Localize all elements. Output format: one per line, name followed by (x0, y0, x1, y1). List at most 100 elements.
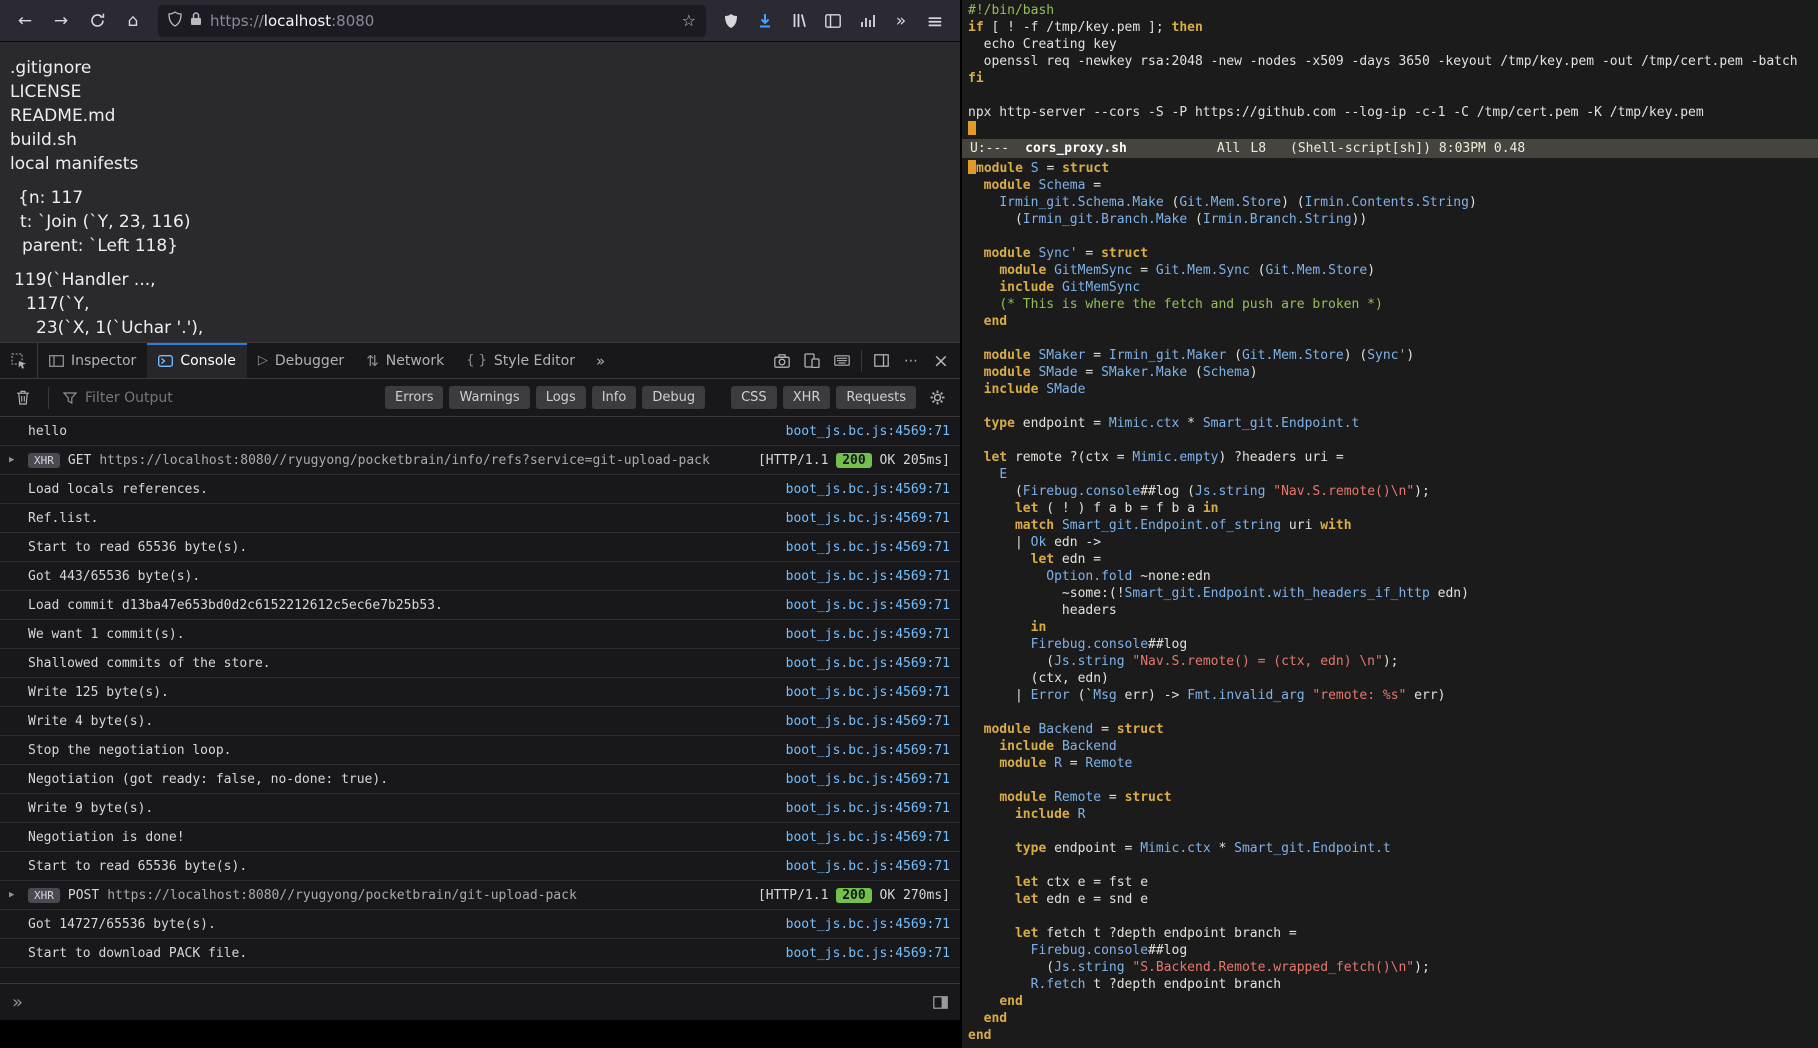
source-link[interactable]: boot_js.bc.js:4569:71 (786, 743, 950, 758)
console-log-row[interactable]: Start to read 65536 byte(s).boot_js.bc.j… (0, 533, 960, 562)
console-log-row[interactable]: Ref.list.boot_js.bc.js:4569:71 (0, 504, 960, 533)
tracking-shield-icon[interactable] (168, 11, 182, 31)
sidebar-icon[interactable] (816, 5, 850, 37)
console-input-row[interactable]: » (0, 983, 960, 1020)
console-log-row[interactable]: Write 9 byte(s).boot_js.bc.js:4569:71 (0, 794, 960, 823)
console-filterbar: Errors Warnings Logs InfoDebug CSS XHRReques… (0, 379, 960, 417)
hamburger-menu-icon[interactable]: ≡ (918, 5, 952, 37)
filter-button-info[interactable]: Info (592, 386, 637, 409)
source-link[interactable]: boot_js.bc.js:4569:71 (786, 511, 950, 526)
page-file-link[interactable]: .gitignore (10, 56, 960, 80)
tab-style-editor[interactable]: { } Style Editor (455, 343, 586, 378)
page-file-link[interactable]: local manifests (10, 152, 960, 176)
source-link[interactable]: boot_js.bc.js:4569:71 (786, 424, 950, 439)
tab-debugger[interactable]: ▷ Debugger (247, 343, 355, 378)
console-network-row[interactable]: ▶XHRPOSThttps://localhost:8080//ryugyong… (0, 881, 960, 910)
source-link[interactable]: boot_js.bc.js:4569:71 (786, 714, 950, 729)
more-tabs-button[interactable]: » (586, 343, 615, 378)
shield-extension-icon[interactable] (714, 5, 748, 37)
stats-bars-icon[interactable] (850, 5, 884, 37)
emacs-mode-line: U:--- cors_proxy.sh All L8 (Shell-script… (962, 139, 1818, 158)
expand-arrow-icon[interactable]: ▶ (9, 455, 14, 465)
source-link[interactable]: boot_js.bc.js:4569:71 (786, 946, 950, 961)
responsive-design-icon[interactable] (797, 346, 827, 376)
request-url[interactable]: https://localhost:8080//ryugyong/pocketb… (107, 888, 577, 903)
library-icon[interactable] (782, 5, 816, 37)
filter-button-xhr[interactable]: XHR (783, 386, 831, 409)
log-message: Load commit d13ba47e653bd0d2c6152212612c… (28, 598, 443, 613)
page-file-link[interactable]: LICENSE (10, 80, 960, 104)
split-console-icon[interactable] (933, 996, 948, 1009)
source-link[interactable]: boot_js.bc.js:4569:71 (786, 569, 950, 584)
console-log-row[interactable]: helloboot_js.bc.js:4569:71 (0, 417, 960, 446)
console-log-row[interactable]: Negotiation (got ready: false, no-done: … (0, 765, 960, 794)
console-filter-input[interactable] (85, 390, 379, 406)
tab-label: Style Editor (494, 353, 575, 369)
source-link[interactable]: boot_js.bc.js:4569:71 (786, 482, 950, 497)
source-link[interactable]: boot_js.bc.js:4569:71 (786, 540, 950, 555)
code-line: ~some:(!Smart_git.Endpoint.with_headers_… (968, 585, 1818, 602)
toolbar-overflow-icon[interactable]: » (884, 5, 918, 37)
ocaml-code-buffer[interactable]: module S = struct module Schema = Irmin_… (962, 158, 1818, 1048)
code-line: let edn = (968, 551, 1818, 568)
lock-icon[interactable] (190, 11, 202, 30)
filter-button-requests[interactable]: Requests (836, 386, 916, 409)
filter-button-css[interactable]: CSS (731, 386, 777, 409)
clear-console-trash-icon[interactable] (8, 383, 38, 413)
source-link[interactable]: boot_js.bc.js:4569:71 (786, 801, 950, 816)
pick-element-icon[interactable] (0, 343, 38, 378)
source-link[interactable]: boot_js.bc.js:4569:71 (786, 917, 950, 932)
source-link[interactable]: boot_js.bc.js:4569:71 (786, 627, 950, 642)
shell-script-buffer[interactable]: #!/bin/bashif [ ! -f /tmp/key.pem ]; the… (962, 0, 1818, 139)
console-log-row[interactable]: Got 443/65536 byte(s).boot_js.bc.js:4569… (0, 562, 960, 591)
console-settings-gear-icon[interactable] (922, 383, 952, 413)
code-line: (* This is where the fetch and push are … (968, 296, 1818, 313)
console-log-row[interactable]: Start to read 65536 byte(s).boot_js.bc.j… (0, 852, 960, 881)
source-link[interactable]: boot_js.bc.js:4569:71 (786, 598, 950, 613)
code-line: if [ ! -f /tmp/key.pem ]; then (968, 19, 1818, 36)
meatball-menu-icon[interactable]: ⋯ (896, 346, 926, 376)
console-network-row[interactable]: ▶XHRGEThttps://localhost:8080//ryugyong/… (0, 446, 960, 475)
page-file-link[interactable]: README.md (10, 104, 960, 128)
reload-button[interactable] (80, 5, 114, 37)
home-button[interactable]: ⌂ (116, 5, 150, 37)
console-log-row[interactable]: Load commit d13ba47e653bd0d2c6152212612c… (0, 591, 960, 620)
code-line (968, 908, 1818, 925)
response-status: [HTTP/1.1 200 OK 205ms] (758, 453, 950, 468)
source-link[interactable]: boot_js.bc.js:4569:71 (786, 772, 950, 787)
split-pane-icon[interactable] (866, 346, 896, 376)
downloads-icon[interactable] (748, 5, 782, 37)
console-log-row[interactable]: Start to download PACK file.boot_js.bc.j… (0, 939, 960, 968)
console-log-row[interactable]: Load locals references.boot_js.bc.js:456… (0, 475, 960, 504)
console-log-row[interactable]: We want 1 commit(s).boot_js.bc.js:4569:7… (0, 620, 960, 649)
expand-arrow-icon[interactable]: ▶ (9, 890, 14, 900)
source-link[interactable]: boot_js.bc.js:4569:71 (786, 859, 950, 874)
code-line: in (968, 619, 1818, 636)
source-link[interactable]: boot_js.bc.js:4569:71 (786, 685, 950, 700)
page-file-link[interactable]: build.sh (10, 128, 960, 152)
tab-console[interactable]: Console (147, 343, 247, 378)
console-log-row[interactable]: Negotiation is done!boot_js.bc.js:4569:7… (0, 823, 960, 852)
request-url[interactable]: https://localhost:8080//ryugyong/pocketb… (99, 453, 709, 468)
url-bar[interactable]: https://localhost:8080 ☆ (158, 5, 706, 37)
console-log-row[interactable]: Write 125 byte(s).boot_js.bc.js:4569:71 (0, 678, 960, 707)
console-log-row[interactable]: Write 4 byte(s).boot_js.bc.js:4569:71 (0, 707, 960, 736)
filter-button-warnings[interactable]: Warnings (449, 386, 529, 409)
devtools-tabbar: Inspector Console ▷ Debugger ⇅ Network {… (0, 343, 960, 379)
bookmark-star-icon[interactable]: ☆ (682, 11, 696, 30)
tab-network[interactable]: ⇅ Network (355, 343, 455, 378)
filter-button-errors[interactable]: Errors (385, 386, 443, 409)
console-log-row[interactable]: Got 14727/65536 byte(s).boot_js.bc.js:45… (0, 910, 960, 939)
console-log-row[interactable]: Stop the negotiation loop.boot_js.bc.js:… (0, 736, 960, 765)
source-link[interactable]: boot_js.bc.js:4569:71 (786, 656, 950, 671)
close-devtools-icon[interactable]: × (926, 346, 956, 376)
filter-button-debug[interactable]: Debug (642, 386, 705, 409)
console-log-row[interactable]: Shallowed commits of the store.boot_js.b… (0, 649, 960, 678)
screenshot-camera-icon[interactable] (767, 346, 797, 376)
source-link[interactable]: boot_js.bc.js:4569:71 (786, 830, 950, 845)
keyboard-icon[interactable] (827, 346, 857, 376)
back-button[interactable]: ← (8, 5, 42, 37)
filter-button-logs[interactable]: Logs (536, 386, 586, 409)
tab-inspector[interactable]: Inspector (38, 343, 147, 378)
forward-button[interactable]: → (44, 5, 78, 37)
